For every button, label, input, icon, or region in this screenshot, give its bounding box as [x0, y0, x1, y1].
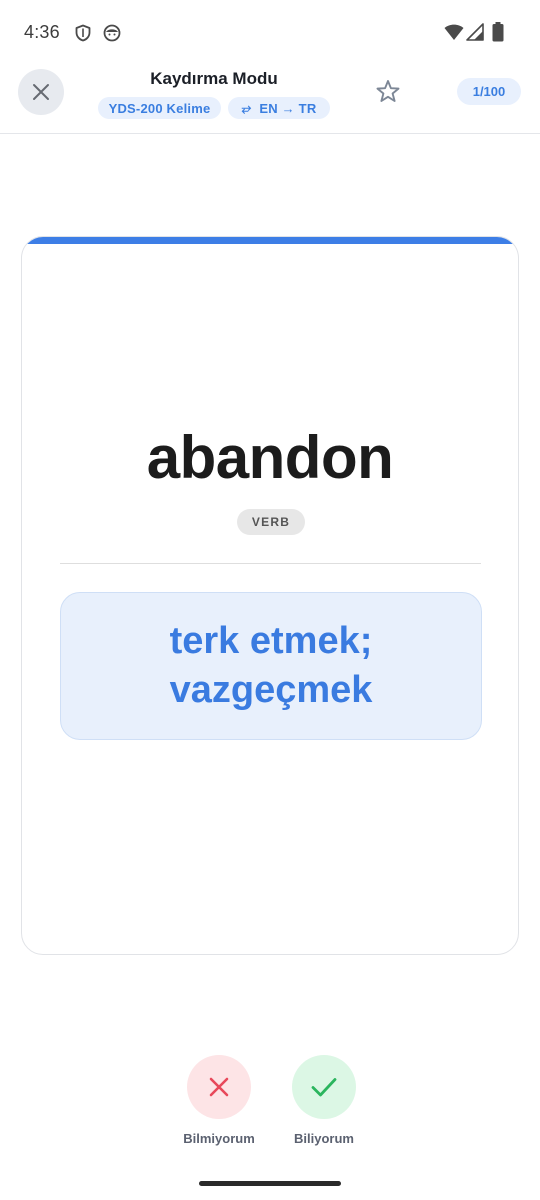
close-icon	[209, 1077, 229, 1097]
star-icon[interactable]	[374, 78, 402, 106]
translation-box: terk etmek; vazgeçmek	[60, 592, 482, 740]
know-label: Biliyorum	[294, 1131, 354, 1146]
translation-text: terk etmek; vazgeçmek	[169, 620, 373, 711]
part-of-speech-badge: VERB	[237, 509, 305, 535]
status-bar: 4:36	[0, 0, 540, 64]
page-title: Kaydırma Modu	[150, 69, 278, 88]
status-time: 4:36	[24, 22, 60, 42]
shield-icon	[75, 24, 91, 42]
dont-know-label: Bilmiyorum	[183, 1131, 255, 1146]
progress-counter: 1/100	[457, 78, 521, 105]
top-app-bar: Kaydırma Modu YDS-200 Kelime ⥂ EN → TR 1…	[0, 64, 540, 134]
know-button[interactable]	[292, 1055, 356, 1119]
check-icon	[311, 1078, 337, 1097]
battery-icon	[492, 22, 504, 42]
swap-icon: ⥂	[241, 100, 252, 115]
card-accent-bar	[22, 237, 518, 244]
card-divider	[60, 563, 481, 564]
close-button[interactable]	[18, 69, 64, 115]
language-direction-label: EN → TR	[259, 100, 317, 116]
deck-chip: YDS-200 Kelime	[98, 97, 221, 119]
dont-know-button[interactable]	[187, 1055, 251, 1119]
home-indicator[interactable]	[199, 1181, 341, 1186]
face-icon	[103, 24, 121, 42]
card-word: abandon	[146, 424, 394, 491]
language-direction-chip[interactable]: ⥂ EN → TR	[228, 97, 330, 119]
close-icon	[33, 84, 49, 100]
flashcard[interactable]: abandon VERB terk etmek; vazgeçmek	[21, 236, 519, 955]
know-action: Biliyorum	[279, 1055, 369, 1146]
dont-know-action: Bilmiyorum	[174, 1055, 264, 1146]
wifi-icon	[444, 24, 464, 40]
signal-icon	[466, 23, 484, 41]
